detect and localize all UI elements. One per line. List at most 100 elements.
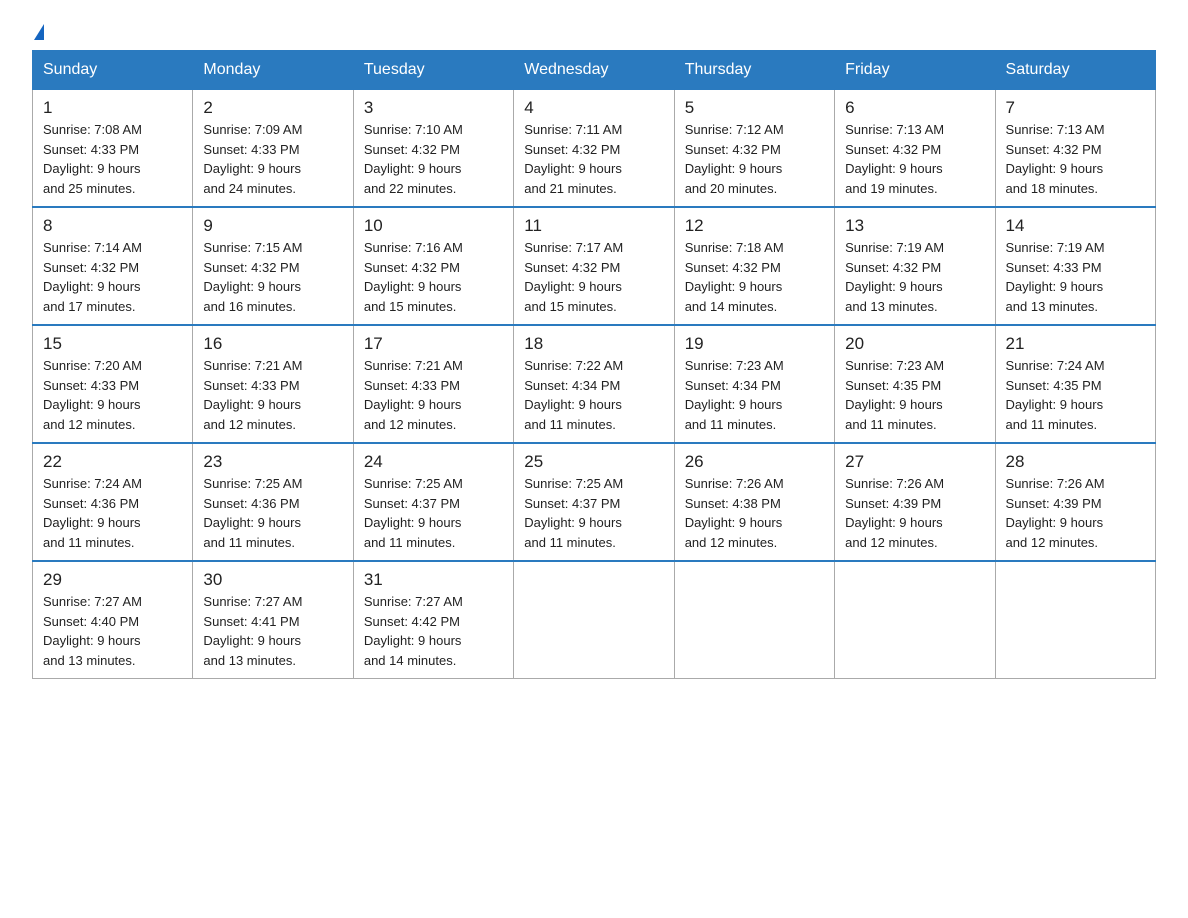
header-saturday: Saturday: [995, 51, 1155, 90]
day-info: Sunrise: 7:09 AMSunset: 4:33 PMDaylight:…: [203, 122, 302, 196]
logo-text: [32, 24, 44, 42]
calendar-week-row: 29 Sunrise: 7:27 AMSunset: 4:40 PMDaylig…: [33, 561, 1156, 679]
day-number: 1: [43, 98, 182, 118]
day-info: Sunrise: 7:25 AMSunset: 4:36 PMDaylight:…: [203, 476, 302, 550]
calendar-cell: 9 Sunrise: 7:15 AMSunset: 4:32 PMDayligh…: [193, 207, 353, 325]
day-info: Sunrise: 7:27 AMSunset: 4:41 PMDaylight:…: [203, 594, 302, 668]
calendar-cell: 15 Sunrise: 7:20 AMSunset: 4:33 PMDaylig…: [33, 325, 193, 443]
calendar-cell: 5 Sunrise: 7:12 AMSunset: 4:32 PMDayligh…: [674, 90, 834, 208]
calendar-cell: 27 Sunrise: 7:26 AMSunset: 4:39 PMDaylig…: [835, 443, 995, 561]
day-number: 23: [203, 452, 342, 472]
header-monday: Monday: [193, 51, 353, 90]
calendar-cell: 3 Sunrise: 7:10 AMSunset: 4:32 PMDayligh…: [353, 90, 513, 208]
header-friday: Friday: [835, 51, 995, 90]
calendar-cell: 11 Sunrise: 7:17 AMSunset: 4:32 PMDaylig…: [514, 207, 674, 325]
calendar-cell: 8 Sunrise: 7:14 AMSunset: 4:32 PMDayligh…: [33, 207, 193, 325]
logo: [32, 24, 44, 40]
calendar-cell: 29 Sunrise: 7:27 AMSunset: 4:40 PMDaylig…: [33, 561, 193, 679]
day-info: Sunrise: 7:26 AMSunset: 4:39 PMDaylight:…: [1006, 476, 1105, 550]
calendar-week-row: 15 Sunrise: 7:20 AMSunset: 4:33 PMDaylig…: [33, 325, 1156, 443]
day-info: Sunrise: 7:14 AMSunset: 4:32 PMDaylight:…: [43, 240, 142, 314]
calendar-table: SundayMondayTuesdayWednesdayThursdayFrid…: [32, 50, 1156, 679]
day-number: 2: [203, 98, 342, 118]
header-tuesday: Tuesday: [353, 51, 513, 90]
day-info: Sunrise: 7:19 AMSunset: 4:33 PMDaylight:…: [1006, 240, 1105, 314]
day-info: Sunrise: 7:24 AMSunset: 4:36 PMDaylight:…: [43, 476, 142, 550]
day-number: 19: [685, 334, 824, 354]
day-number: 29: [43, 570, 182, 590]
calendar-cell: 26 Sunrise: 7:26 AMSunset: 4:38 PMDaylig…: [674, 443, 834, 561]
day-number: 31: [364, 570, 503, 590]
calendar-cell: 14 Sunrise: 7:19 AMSunset: 4:33 PMDaylig…: [995, 207, 1155, 325]
calendar-week-row: 1 Sunrise: 7:08 AMSunset: 4:33 PMDayligh…: [33, 90, 1156, 208]
day-number: 26: [685, 452, 824, 472]
day-number: 11: [524, 216, 663, 236]
calendar-cell: 16 Sunrise: 7:21 AMSunset: 4:33 PMDaylig…: [193, 325, 353, 443]
day-number: 9: [203, 216, 342, 236]
day-info: Sunrise: 7:11 AMSunset: 4:32 PMDaylight:…: [524, 122, 622, 196]
day-number: 21: [1006, 334, 1145, 354]
day-info: Sunrise: 7:25 AMSunset: 4:37 PMDaylight:…: [524, 476, 623, 550]
header-thursday: Thursday: [674, 51, 834, 90]
day-number: 18: [524, 334, 663, 354]
day-info: Sunrise: 7:24 AMSunset: 4:35 PMDaylight:…: [1006, 358, 1105, 432]
day-info: Sunrise: 7:12 AMSunset: 4:32 PMDaylight:…: [685, 122, 784, 196]
day-info: Sunrise: 7:19 AMSunset: 4:32 PMDaylight:…: [845, 240, 944, 314]
page-header: [32, 24, 1156, 40]
calendar-cell: 21 Sunrise: 7:24 AMSunset: 4:35 PMDaylig…: [995, 325, 1155, 443]
calendar-cell: 13 Sunrise: 7:19 AMSunset: 4:32 PMDaylig…: [835, 207, 995, 325]
calendar-cell: 31 Sunrise: 7:27 AMSunset: 4:42 PMDaylig…: [353, 561, 513, 679]
calendar-cell: 2 Sunrise: 7:09 AMSunset: 4:33 PMDayligh…: [193, 90, 353, 208]
calendar-cell: 1 Sunrise: 7:08 AMSunset: 4:33 PMDayligh…: [33, 90, 193, 208]
calendar-cell: [674, 561, 834, 679]
calendar-cell: [835, 561, 995, 679]
calendar-cell: 20 Sunrise: 7:23 AMSunset: 4:35 PMDaylig…: [835, 325, 995, 443]
header-wednesday: Wednesday: [514, 51, 674, 90]
day-number: 3: [364, 98, 503, 118]
calendar-week-row: 22 Sunrise: 7:24 AMSunset: 4:36 PMDaylig…: [33, 443, 1156, 561]
calendar-cell: 19 Sunrise: 7:23 AMSunset: 4:34 PMDaylig…: [674, 325, 834, 443]
day-number: 27: [845, 452, 984, 472]
day-number: 16: [203, 334, 342, 354]
day-info: Sunrise: 7:13 AMSunset: 4:32 PMDaylight:…: [1006, 122, 1105, 196]
calendar-cell: 24 Sunrise: 7:25 AMSunset: 4:37 PMDaylig…: [353, 443, 513, 561]
day-info: Sunrise: 7:18 AMSunset: 4:32 PMDaylight:…: [685, 240, 784, 314]
calendar-cell: 18 Sunrise: 7:22 AMSunset: 4:34 PMDaylig…: [514, 325, 674, 443]
day-number: 25: [524, 452, 663, 472]
day-number: 20: [845, 334, 984, 354]
day-info: Sunrise: 7:15 AMSunset: 4:32 PMDaylight:…: [203, 240, 302, 314]
day-info: Sunrise: 7:21 AMSunset: 4:33 PMDaylight:…: [364, 358, 463, 432]
header-sunday: Sunday: [33, 51, 193, 90]
day-number: 7: [1006, 98, 1145, 118]
day-info: Sunrise: 7:27 AMSunset: 4:42 PMDaylight:…: [364, 594, 463, 668]
calendar-cell: 10 Sunrise: 7:16 AMSunset: 4:32 PMDaylig…: [353, 207, 513, 325]
logo-triangle-icon: [34, 24, 44, 40]
day-info: Sunrise: 7:26 AMSunset: 4:38 PMDaylight:…: [685, 476, 784, 550]
day-info: Sunrise: 7:27 AMSunset: 4:40 PMDaylight:…: [43, 594, 142, 668]
day-info: Sunrise: 7:08 AMSunset: 4:33 PMDaylight:…: [43, 122, 142, 196]
day-number: 12: [685, 216, 824, 236]
calendar-cell: 23 Sunrise: 7:25 AMSunset: 4:36 PMDaylig…: [193, 443, 353, 561]
calendar-week-row: 8 Sunrise: 7:14 AMSunset: 4:32 PMDayligh…: [33, 207, 1156, 325]
day-info: Sunrise: 7:25 AMSunset: 4:37 PMDaylight:…: [364, 476, 463, 550]
day-number: 4: [524, 98, 663, 118]
calendar-cell: 6 Sunrise: 7:13 AMSunset: 4:32 PMDayligh…: [835, 90, 995, 208]
day-info: Sunrise: 7:26 AMSunset: 4:39 PMDaylight:…: [845, 476, 944, 550]
calendar-cell: 12 Sunrise: 7:18 AMSunset: 4:32 PMDaylig…: [674, 207, 834, 325]
calendar-cell: 30 Sunrise: 7:27 AMSunset: 4:41 PMDaylig…: [193, 561, 353, 679]
day-number: 24: [364, 452, 503, 472]
day-number: 13: [845, 216, 984, 236]
day-number: 17: [364, 334, 503, 354]
day-number: 28: [1006, 452, 1145, 472]
day-number: 8: [43, 216, 182, 236]
day-info: Sunrise: 7:10 AMSunset: 4:32 PMDaylight:…: [364, 122, 463, 196]
day-info: Sunrise: 7:17 AMSunset: 4:32 PMDaylight:…: [524, 240, 623, 314]
day-number: 30: [203, 570, 342, 590]
calendar-cell: [995, 561, 1155, 679]
day-info: Sunrise: 7:23 AMSunset: 4:35 PMDaylight:…: [845, 358, 944, 432]
calendar-cell: 7 Sunrise: 7:13 AMSunset: 4:32 PMDayligh…: [995, 90, 1155, 208]
calendar-cell: 25 Sunrise: 7:25 AMSunset: 4:37 PMDaylig…: [514, 443, 674, 561]
day-number: 15: [43, 334, 182, 354]
day-info: Sunrise: 7:20 AMSunset: 4:33 PMDaylight:…: [43, 358, 142, 432]
day-number: 6: [845, 98, 984, 118]
